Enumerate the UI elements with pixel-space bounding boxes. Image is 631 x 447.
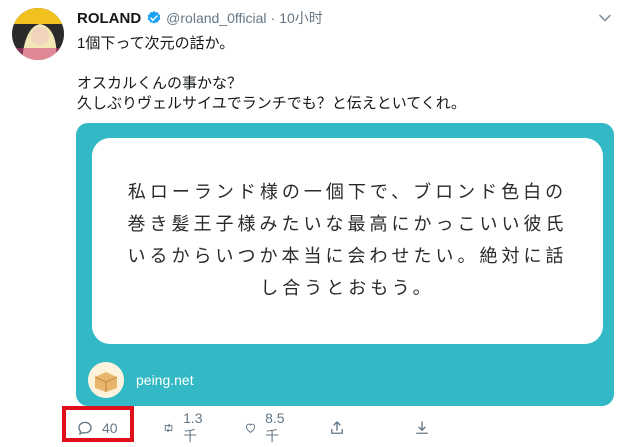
retweet-count: 1.3千 xyxy=(183,410,203,444)
like-count: 8.5千 xyxy=(265,410,285,444)
download-icon xyxy=(416,421,428,434)
question-text: 私ローランド様の一個下で、ブロンド色白の巻き髪王子様みたいな最高にかっこいい彼氏… xyxy=(127,182,568,299)
like-button[interactable]: 8.5千 xyxy=(244,410,289,444)
card-site-name: peing.net xyxy=(136,372,194,388)
like-icon xyxy=(245,423,256,433)
chevron-down-icon[interactable] xyxy=(595,8,615,28)
tweet-time[interactable]: 10小时 xyxy=(279,8,323,28)
link-card[interactable]: 私ローランド様の一個下で、ブロンド色白の巻き髪王子様みたいな最高にかっこいい彼氏… xyxy=(76,123,614,406)
download-button[interactable] xyxy=(413,416,431,440)
author-handle[interactable]: @roland_0fficial xyxy=(166,10,266,26)
avatar[interactable] xyxy=(12,8,64,60)
box-icon xyxy=(88,362,124,398)
share-icon xyxy=(331,421,343,434)
card-site-row: peing.net xyxy=(88,362,194,398)
separator-dot: · xyxy=(270,10,276,26)
retweet-icon xyxy=(164,423,173,433)
verified-icon xyxy=(147,11,161,24)
tweet-header: ROLAND @roland_0fficial · 10小时 xyxy=(77,8,615,28)
tweet-text: 1個下って次元の話か。 オスカルくんの事かな？ 久しぶりヴェルサイユでランチでも… xyxy=(77,35,466,112)
question-box: 私ローランド様の一個下で、ブロンド色白の巻き髪王子様みたいな最高にかっこいい彼氏… xyxy=(92,138,603,344)
retweet-button[interactable]: 1.3千 xyxy=(162,410,207,444)
reply-highlight-box xyxy=(62,406,134,442)
share-button[interactable] xyxy=(328,416,346,440)
avatar-image xyxy=(12,8,64,60)
author-name[interactable]: ROLAND xyxy=(77,10,141,27)
